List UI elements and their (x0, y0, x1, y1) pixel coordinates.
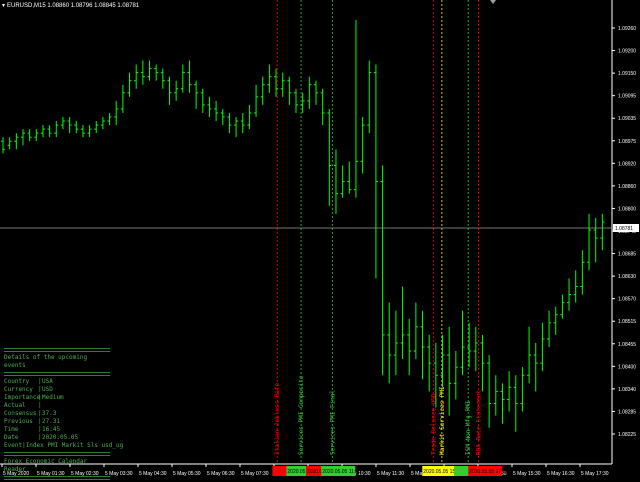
event-label: RBA Rate Statement (476, 390, 483, 455)
chart-header: ▾ EURUSD,M15 1.08860 1.08796 1.08845 1.08… (2, 2, 139, 9)
price-tick-label: 1.08920 (618, 161, 636, 167)
detail-row: Country | USA (4, 378, 110, 386)
separator (4, 476, 110, 480)
detail-key: Currency (4, 386, 33, 393)
price-tick-label: 1.09150 (618, 71, 636, 77)
time-tick-label: 5 May 07:30 (241, 471, 269, 477)
price-tick-label: 1.08400 (618, 364, 636, 370)
separator (4, 348, 110, 352)
time-tick-label: 5 May 06:30 (207, 471, 235, 477)
price-tick-label: 1.08225 (618, 432, 636, 438)
detail-row: Previous | 27.31 (4, 418, 110, 426)
price-tick-label: 1.08685 (618, 252, 636, 258)
event-label: ISM Non-Mfg PMI (465, 400, 472, 455)
detail-value: 2020.05.05 (42, 434, 79, 441)
price-tick-label: 1.08515 (618, 319, 636, 325)
detail-value: 37.3 (42, 410, 57, 417)
event-label: Services PMI Final (329, 390, 336, 455)
event-details-panel: Details of the upcoming events Country | U… (4, 346, 123, 482)
detail-value: USA (42, 378, 53, 385)
detail-row: Event | Index PMI Markit Sls usd_ug (4, 442, 123, 450)
detail-value: USD (42, 386, 53, 393)
price-tick-label: 1.08570 (618, 297, 636, 303)
separator (4, 372, 110, 376)
detail-row: Date | 2020.05.05 (4, 434, 110, 442)
event-time-label: 2020.05.05 17:00 (469, 469, 508, 475)
symbol-info: EURUSD,M15 1.08860 1.08796 1.08845 1.087… (7, 3, 140, 9)
price-tick-label: 1.08630 (618, 274, 636, 280)
details-rows: Country | USA Currency | USD Importance | Medium… (4, 378, 123, 450)
detail-key: Consensus (4, 410, 37, 417)
detail-row: Consensus | 37.3 (4, 410, 110, 418)
event-label: Italian Jobless Rate (274, 382, 281, 455)
detail-row: Currency | USD (4, 386, 110, 394)
event-label: Markit Services PMI (439, 386, 446, 455)
price-tick-label: 1.08340 (618, 387, 636, 393)
price-tick-label: 1.08800 (618, 206, 636, 212)
price-tick-label: 1.08975 (618, 139, 636, 145)
detail-key: Country (4, 378, 30, 385)
detail-key: Event (4, 442, 23, 449)
detail-value: Medium (42, 394, 64, 401)
detail-row: Time | 16:45 (4, 426, 110, 434)
event-label: Services PMI Composite (298, 375, 305, 455)
time-tick-label: 5 May 17:30 (581, 471, 609, 477)
separator (4, 452, 110, 456)
detail-key: Date (4, 434, 19, 441)
details-title: Details of the upcoming events (4, 354, 88, 369)
time-tick-label: 5 May 15:30 (513, 471, 541, 477)
dropdown-triangle-icon[interactable]: ▾ (2, 3, 5, 9)
event-time-label: 2020.05.05 11:00 (322, 469, 361, 475)
price-tick-label: 1.09095 (618, 94, 636, 100)
detail-value: Index PMI Markit Sls usd_ug (25, 442, 124, 449)
detail-divider: | (38, 402, 42, 409)
time-tick-label: 5 May 04:30 (139, 471, 167, 477)
price-tick-label: 1.09035 (618, 116, 636, 122)
price-tick-label: 1.08455 (618, 342, 636, 348)
price-tick-label: 1.09260 (618, 26, 636, 32)
price-tick-label: 1.08860 (618, 184, 636, 190)
price-tick-label: 1.08285 (618, 409, 636, 415)
time-tick-label: 5 May 05:30 (173, 471, 201, 477)
detail-value: 27.31 (42, 418, 61, 425)
details-footer: Forex Economic Calendar Reader (4, 458, 88, 473)
time-tick-label: 5 May 11:30 (377, 471, 404, 477)
time-tick-label: 5 May 16:30 (547, 471, 575, 477)
detail-key: Time (4, 426, 19, 433)
scroll-marker-icon (490, 0, 496, 4)
detail-key: Actual (4, 402, 26, 409)
price-tick-label: 1.09200 (618, 49, 636, 55)
detail-row: Importance | Medium (4, 394, 110, 402)
detail-key: Importance (4, 394, 41, 401)
crosshair-price-label: 1.08781 (615, 226, 633, 232)
detail-row: Actual | (4, 402, 110, 410)
detail-key: Previous (4, 418, 33, 425)
detail-value: 16:45 (42, 426, 61, 433)
